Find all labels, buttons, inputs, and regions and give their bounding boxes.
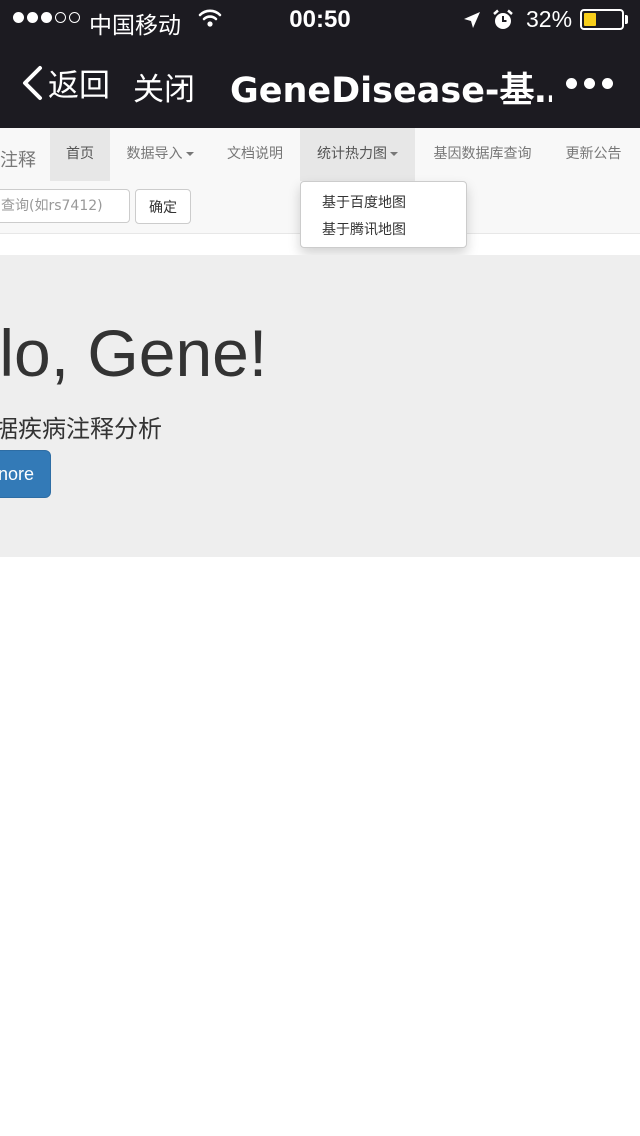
battery-percent: 32% [526, 6, 573, 32]
nav-item-label: 首页 [66, 146, 94, 162]
status-bar: 中国移动 00:50 32% [0, 0, 640, 40]
dropdown-item-baidu-map[interactable]: 基于百度地图 [322, 192, 406, 212]
chevron-left-icon [23, 65, 42, 100]
confirm-button[interactable]: 确定 [135, 189, 191, 224]
back-button[interactable]: 返回 [20, 60, 110, 105]
hero-subtitle: 据疾病注释分析 [0, 415, 162, 443]
navbar-brand[interactable]: 注释 [0, 146, 36, 172]
learn-more-button[interactable]: nore [0, 450, 51, 498]
search-input[interactable] [0, 189, 130, 223]
dropdown-item-tencent-map[interactable]: 基于腾讯地图 [322, 219, 406, 239]
page-title: GeneDisease-基… [230, 71, 552, 111]
nav-item-label: 更新公告 [565, 146, 622, 162]
nav-item-label: 文档说明 [227, 146, 283, 162]
nav-item-data-import[interactable]: 数据导入 [112, 128, 208, 181]
nav-item-label: 基因数据库查询 [433, 146, 532, 162]
more-dots-icon[interactable] [566, 78, 613, 89]
hero-jumbotron: ello, Gene! 据疾病注释分析 nore [0, 255, 640, 557]
nav-item-home[interactable]: 首页 [50, 128, 110, 181]
nav-item-label: 数据导入 [126, 146, 183, 162]
location-arrow-icon [462, 10, 482, 35]
browser-nav-bar: 返回 关闭 GeneDisease-基… [0, 40, 640, 128]
heatmap-dropdown-menu: 基于百度地图 基于腾讯地图 [300, 181, 467, 248]
hero-title: ello, Gene! [0, 316, 268, 390]
nav-item-heatmap[interactable]: 统计热力图 [300, 128, 415, 181]
caret-down-icon [185, 152, 194, 156]
alarm-icon [491, 8, 515, 37]
battery-icon [580, 9, 624, 30]
battery-cap [625, 15, 628, 24]
nav-item-gene-db-query[interactable]: 基因数据库查询 [420, 128, 545, 181]
back-label: 返回 [48, 68, 110, 104]
nav-item-docs[interactable]: 文档说明 [212, 128, 298, 181]
close-button[interactable]: 关闭 [133, 64, 195, 109]
nav-item-label: 统计热力图 [317, 146, 387, 162]
caret-down-icon [390, 152, 398, 156]
battery-level [584, 13, 596, 26]
nav-item-announcements[interactable]: 更新公告 [551, 128, 636, 181]
